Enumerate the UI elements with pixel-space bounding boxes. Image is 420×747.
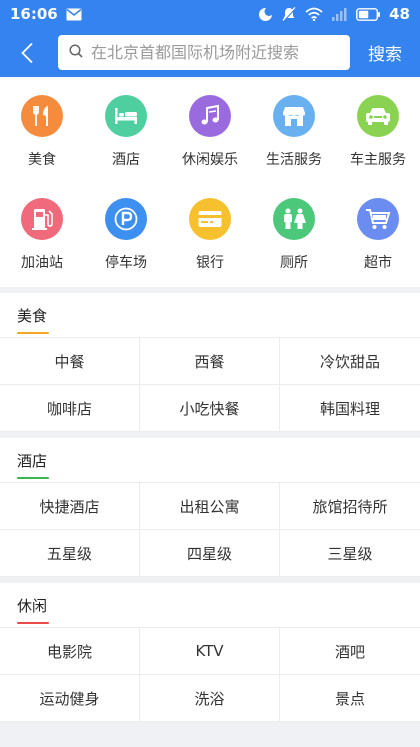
category-label: 生活服务: [266, 152, 322, 168]
battery-level: 48: [389, 5, 410, 23]
car-icon: [357, 95, 399, 137]
shop-icon: [273, 95, 315, 137]
search-icon: [69, 43, 83, 62]
restroom-icon: [273, 198, 315, 240]
category-label: 加油站: [21, 255, 63, 271]
category-hotel[interactable]: 酒店: [84, 95, 168, 198]
wifi-icon: [305, 7, 323, 21]
subcategory-grid: 电影院 KTV 酒吧 运动健身 洗浴 景点: [0, 627, 420, 722]
subcategory-item[interactable]: 快捷酒店: [0, 483, 140, 530]
subcategory-item[interactable]: 小吃快餐: [140, 385, 280, 432]
cart-icon: [357, 198, 399, 240]
category-gas-station[interactable]: 加油站: [0, 198, 84, 301]
subcategory-item[interactable]: 运动健身: [0, 675, 140, 722]
subcategory-item[interactable]: 中餐: [0, 338, 140, 385]
category-restroom[interactable]: 厕所: [252, 198, 336, 301]
category-label: 停车场: [105, 255, 147, 271]
subcategory-item[interactable]: 四星级: [140, 530, 280, 577]
subcategory-item[interactable]: 洗浴: [140, 675, 280, 722]
signal-icon: [331, 7, 348, 21]
parking-icon: [105, 198, 147, 240]
section-underline: [17, 622, 49, 624]
category-grid: 美食 酒店 休闲娱乐 生活服务 车主服务 加油站 停车场 银行 厕所 超市: [0, 77, 420, 287]
back-button[interactable]: [8, 33, 46, 73]
search-input[interactable]: [83, 36, 350, 69]
category-parking[interactable]: 停车场: [84, 198, 168, 301]
card-icon: [189, 198, 231, 240]
subcategory-item[interactable]: 电影院: [0, 628, 140, 675]
music-note-icon: [189, 95, 231, 137]
status-time: 16:06: [10, 5, 58, 23]
category-row-1: 美食 酒店 休闲娱乐 生活服务 车主服务: [0, 95, 420, 198]
subcategory-item[interactable]: 西餐: [140, 338, 280, 385]
header: 16:06 48 在北京首都国际机场附近搜索 搜索: [0, 0, 420, 77]
subcategory-item[interactable]: 出租公寓: [140, 483, 280, 530]
chevron-left-icon: [21, 42, 33, 63]
category-life-service[interactable]: 生活服务: [252, 95, 336, 198]
battery-icon: [356, 7, 381, 21]
section-underline: [17, 332, 49, 334]
category-leisure[interactable]: 休闲娱乐: [168, 95, 252, 198]
search-bar: 搜索: [0, 28, 420, 77]
search-button[interactable]: 搜索: [368, 40, 402, 65]
subcategory-grid: 快捷酒店 出租公寓 旅馆招待所 五星级 四星级 三星级: [0, 482, 420, 577]
subcategory-item[interactable]: 冷饮甜品: [280, 338, 420, 385]
section-leisure: 休闲 电影院 KTV 酒吧 运动健身 洗浴 景点: [0, 583, 420, 722]
category-label: 酒店: [112, 152, 140, 168]
subcategory-item[interactable]: 景点: [280, 675, 420, 722]
category-label: 美食: [28, 152, 56, 168]
mail-icon: [66, 8, 82, 21]
section-title: 酒店: [0, 438, 420, 482]
subcategory-grid: 中餐 西餐 冷饮甜品 咖啡店 小吃快餐 韩国料理: [0, 337, 420, 432]
subcategory-item[interactable]: 酒吧: [280, 628, 420, 675]
subcategory-item[interactable]: 韩国料理: [280, 385, 420, 432]
section-title: 美食: [0, 293, 420, 337]
subcategory-item[interactable]: KTV: [140, 628, 280, 675]
category-label: 超市: [364, 255, 392, 271]
category-label: 银行: [196, 255, 224, 271]
category-label: 休闲娱乐: [182, 152, 238, 168]
subcategory-item[interactable]: 旅馆招待所: [280, 483, 420, 530]
subcategory-item[interactable]: 咖啡店: [0, 385, 140, 432]
category-label: 厕所: [280, 255, 308, 271]
section-hotel: 酒店 快捷酒店 出租公寓 旅馆招待所 五星级 四星级 三星级: [0, 438, 420, 577]
gas-station-icon: [21, 198, 63, 240]
bed-icon: [105, 95, 147, 137]
category-car-service[interactable]: 车主服务: [336, 95, 420, 198]
status-bar: 16:06 48: [0, 0, 420, 28]
search-field[interactable]: [58, 35, 350, 70]
mute-bell-icon: [281, 6, 297, 22]
subcategory-item[interactable]: 三星级: [280, 530, 420, 577]
category-bank[interactable]: 银行: [168, 198, 252, 301]
category-row-2: 加油站 停车场 银行 厕所 超市: [0, 198, 420, 301]
category-supermarket[interactable]: 超市: [336, 198, 420, 301]
moon-icon: [258, 6, 274, 22]
section-food: 美食 中餐 西餐 冷饮甜品 咖啡店 小吃快餐 韩国料理: [0, 293, 420, 432]
section-underline: [17, 477, 49, 479]
section-title: 休闲: [0, 583, 420, 627]
category-food[interactable]: 美食: [0, 95, 84, 198]
subcategory-item[interactable]: 五星级: [0, 530, 140, 577]
category-label: 车主服务: [350, 152, 406, 168]
food-icon: [21, 95, 63, 137]
